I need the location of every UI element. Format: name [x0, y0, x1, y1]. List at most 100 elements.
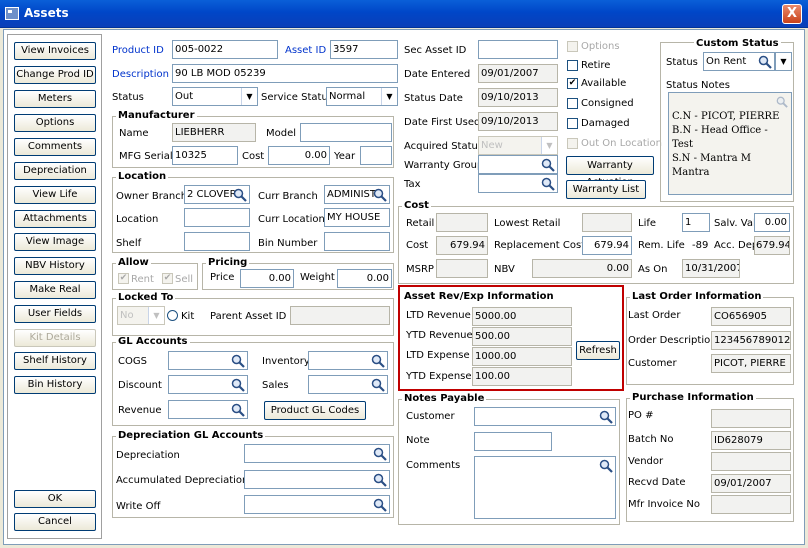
- change-prod-id-button[interactable]: Change Prod ID: [14, 66, 96, 84]
- life-label: Life: [638, 218, 657, 229]
- warranty-list-button[interactable]: Warranty List: [566, 180, 646, 199]
- nbv-history-button[interactable]: NBV History: [14, 257, 96, 275]
- user-fields-button[interactable]: User Fields: [14, 305, 96, 323]
- price-field[interactable]: 0.00: [240, 269, 294, 288]
- refresh-button[interactable]: Refresh: [576, 341, 620, 360]
- batch-no-label: Batch No: [628, 434, 674, 445]
- options-button[interactable]: Options: [14, 114, 96, 132]
- retail-label: Retail: [406, 218, 435, 229]
- tax-field[interactable]: [478, 174, 558, 193]
- comments-area[interactable]: [474, 456, 616, 519]
- revenue-field[interactable]: [168, 400, 248, 419]
- warranty-group-field[interactable]: [478, 155, 558, 174]
- ytd-revenue-label: YTD Revenue: [406, 330, 473, 341]
- location-field[interactable]: [184, 208, 250, 227]
- search-icon[interactable]: [233, 188, 247, 202]
- view-life-button[interactable]: View Life: [14, 186, 96, 204]
- np-customer-field[interactable]: [474, 407, 616, 426]
- chevron-down-icon[interactable]: ▼: [776, 53, 791, 70]
- status-notes-area[interactable]: C.N - PICOT, PIERRE B.N - Head Office - …: [668, 92, 792, 195]
- note-field[interactable]: [474, 432, 552, 451]
- damaged-checkbox[interactable]: [567, 118, 578, 129]
- depreciation-field[interactable]: [244, 444, 390, 463]
- custom-status-field[interactable]: On Rent: [703, 52, 775, 71]
- service-status-select[interactable]: Normal ▼: [326, 87, 398, 106]
- sales-field[interactable]: [308, 375, 388, 394]
- chevron-down-icon[interactable]: ▼: [381, 88, 397, 105]
- out-on-location-checkbox[interactable]: [567, 138, 578, 149]
- search-icon[interactable]: [599, 410, 613, 424]
- curr-branch-field[interactable]: ADMINISTI: [324, 185, 390, 204]
- mfg-serial-field[interactable]: 10325: [172, 146, 238, 165]
- chevron-down-icon[interactable]: ▼: [148, 307, 164, 324]
- custom-status-dropdown[interactable]: ▼: [775, 52, 792, 71]
- options-checkbox[interactable]: [567, 41, 578, 52]
- search-icon[interactable]: [373, 498, 387, 512]
- accumulated-depreciation-field[interactable]: [244, 470, 390, 489]
- search-icon[interactable]: [758, 55, 772, 69]
- cogs-field[interactable]: [168, 351, 248, 370]
- meters-button[interactable]: Meters: [14, 90, 96, 108]
- status-label: Status: [112, 92, 144, 103]
- close-button[interactable]: X: [782, 4, 802, 24]
- search-icon[interactable]: [371, 354, 385, 368]
- sec-asset-id-field[interactable]: [478, 40, 558, 59]
- year-field[interactable]: [360, 146, 392, 165]
- inventory-field[interactable]: [308, 351, 388, 370]
- comments-button[interactable]: Comments: [14, 138, 96, 156]
- title-bar: Assets X: [0, 0, 808, 28]
- replacement-cost-field[interactable]: 679.94: [582, 236, 632, 255]
- asset-id-field[interactable]: 3597: [330, 40, 398, 59]
- make-real-button[interactable]: Make Real: [14, 281, 96, 299]
- product-gl-codes-button[interactable]: Product GL Codes: [264, 401, 366, 420]
- kit-details-button[interactable]: Kit Details: [14, 329, 96, 347]
- acquired-status-select[interactable]: New ▼: [478, 136, 558, 155]
- description-field[interactable]: 90 LB MOD 05239: [172, 64, 398, 83]
- curr-location-field[interactable]: MY HOUSE: [324, 208, 390, 227]
- model-field[interactable]: [300, 123, 392, 142]
- parent-asset-field[interactable]: [290, 306, 390, 325]
- search-icon[interactable]: [231, 403, 245, 417]
- search-icon[interactable]: [541, 177, 555, 191]
- locked-to-select[interactable]: No ▼: [117, 306, 165, 325]
- search-icon[interactable]: [373, 447, 387, 461]
- shelf-field[interactable]: [184, 232, 250, 251]
- weight-field[interactable]: 0.00: [337, 269, 392, 288]
- search-icon[interactable]: [231, 354, 245, 368]
- owner-branch-field[interactable]: 2 CLOVER: [184, 185, 250, 204]
- attachments-button[interactable]: Attachments: [14, 210, 96, 228]
- consigned-checkbox[interactable]: [567, 98, 578, 109]
- shelf-history-button[interactable]: Shelf History: [14, 352, 96, 370]
- depreciation-button[interactable]: Depreciation: [14, 162, 96, 180]
- search-icon[interactable]: [541, 158, 555, 172]
- chevron-down-icon[interactable]: ▼: [541, 137, 557, 154]
- write-off-field[interactable]: [244, 495, 390, 514]
- available-checkbox[interactable]: ✔: [567, 78, 578, 89]
- product-id-field[interactable]: 005-0022: [172, 40, 278, 59]
- cancel-button[interactable]: Cancel: [14, 513, 96, 531]
- mfg-name-field[interactable]: LIEBHERR: [172, 123, 256, 142]
- search-icon[interactable]: [371, 378, 385, 392]
- life-field[interactable]: 1: [682, 213, 710, 232]
- view-invoices-button[interactable]: View Invoices: [14, 42, 96, 60]
- chevron-down-icon[interactable]: ▼: [241, 88, 257, 105]
- bin-number-field[interactable]: [324, 232, 390, 251]
- search-icon[interactable]: [231, 378, 245, 392]
- view-image-button[interactable]: View Image: [14, 233, 96, 251]
- warranty-actuation-button[interactable]: Warranty Actuation: [566, 156, 654, 188]
- kit-radio[interactable]: [167, 310, 178, 321]
- ytd-expense-label: YTD Expense: [406, 371, 472, 382]
- discount-field[interactable]: [168, 375, 248, 394]
- bin-history-button[interactable]: Bin History: [14, 376, 96, 394]
- mfg-cost-field[interactable]: 0.00: [268, 146, 330, 165]
- search-icon[interactable]: [373, 188, 387, 202]
- retire-checkbox[interactable]: [567, 60, 578, 71]
- allow-title: Allow: [116, 257, 151, 268]
- sell-checkbox[interactable]: ✔: [162, 273, 173, 284]
- search-icon[interactable]: [373, 473, 387, 487]
- search-icon[interactable]: [599, 459, 613, 473]
- ok-button[interactable]: OK: [14, 490, 96, 508]
- salvage-value-field[interactable]: 0.00: [754, 213, 790, 232]
- status-select[interactable]: Out ▼: [172, 87, 258, 106]
- rent-checkbox[interactable]: ✔: [118, 273, 129, 284]
